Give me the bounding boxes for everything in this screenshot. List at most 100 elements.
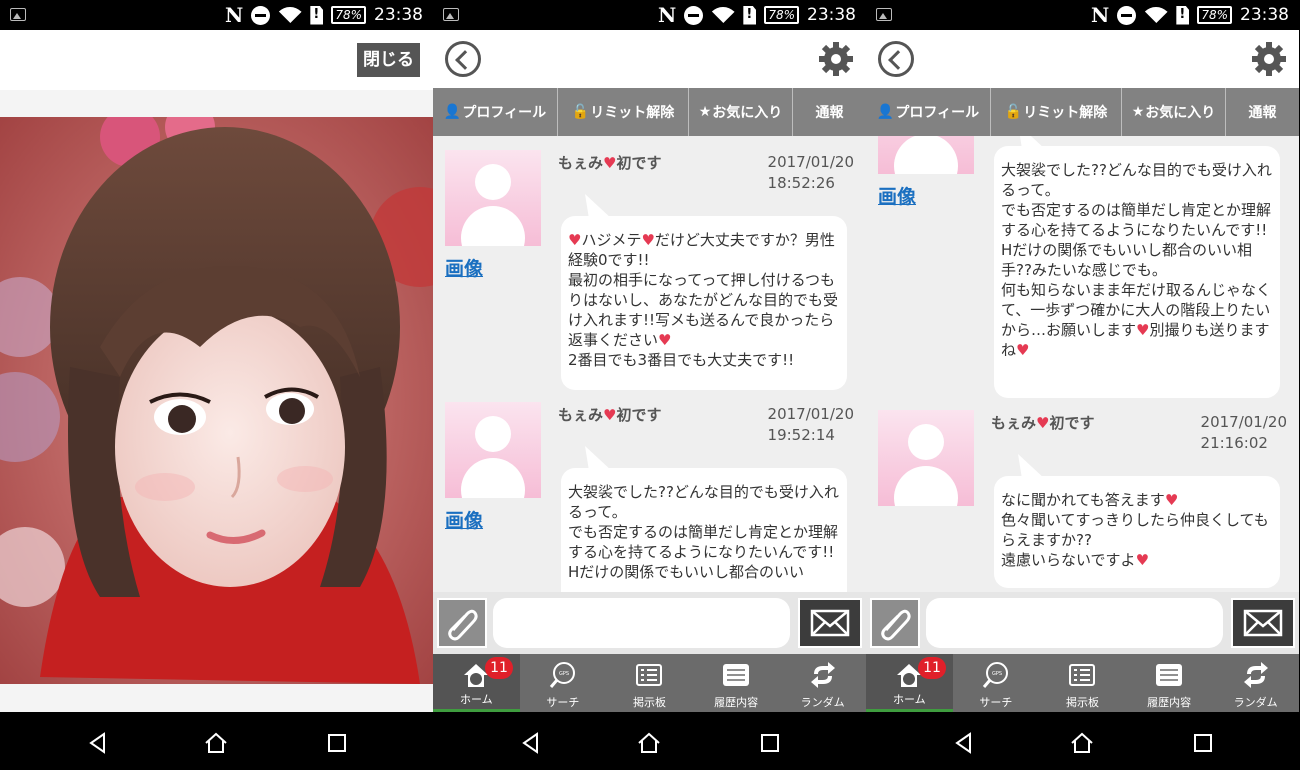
tab-search[interactable]: GPS サーチ: [520, 654, 607, 712]
tab-search[interactable]: GPS サーチ: [953, 654, 1040, 712]
nfc-icon: N: [1091, 3, 1110, 27]
message-compose-bar: [433, 592, 866, 654]
home-nav-icon[interactable]: [637, 731, 661, 755]
sender-avatar[interactable]: [445, 150, 541, 246]
message-timestamp: 2017/01/20 21:16:02: [1200, 413, 1287, 452]
recents-nav-icon[interactable]: [758, 731, 782, 755]
menu-favorite[interactable]: ★ お気に入り: [689, 88, 793, 136]
image-link[interactable]: 画像: [445, 506, 483, 533]
svg-text:GPS: GPS: [559, 671, 569, 677]
bulletin-board-icon: [1069, 664, 1096, 686]
attach-button[interactable]: [870, 598, 920, 648]
tab-random[interactable]: ランダム: [779, 654, 866, 712]
wifi-icon: [1144, 5, 1168, 25]
menu-profile[interactable]: 👤 プロフィール: [866, 88, 991, 136]
sender-name: もぇみ♥初です: [558, 406, 662, 424]
status-bar: N 78% 23:38: [433, 0, 866, 30]
menu-favorite[interactable]: ★ お気に入り: [1122, 88, 1226, 136]
do-not-disturb-icon: [684, 5, 704, 25]
back-nav-icon[interactable]: [86, 731, 110, 755]
menu-limit-release[interactable]: 🔓 リミット解除: [558, 88, 689, 136]
unlock-icon: 🔓: [1004, 104, 1023, 120]
nfc-icon: N: [225, 3, 244, 27]
image-link[interactable]: 画像: [445, 254, 483, 281]
gallery-notification-icon: [10, 8, 26, 21]
sender-avatar[interactable]: [445, 402, 541, 498]
profile-menu-bar: 👤 プロフィール 🔓 リミット解除 ★ お気に入り 通報: [866, 88, 1299, 136]
paperclip-icon: [448, 609, 478, 641]
android-nav-bar: [866, 712, 1299, 770]
bottom-tab-bar: 11 ホーム GPS サーチ 掲示板 履歴内容 ランダム: [866, 654, 1299, 712]
message-input[interactable]: [493, 598, 790, 648]
home-nav-icon[interactable]: [1070, 731, 1094, 755]
tab-random[interactable]: ランダム: [1212, 654, 1299, 712]
tab-bulletin-board[interactable]: 掲示板: [606, 654, 693, 712]
message-input[interactable]: [926, 598, 1223, 648]
sender-avatar[interactable]: [878, 136, 974, 174]
message-timestamp: 2017/01/20 18:52:26: [767, 153, 854, 192]
refresh-icon: [1243, 662, 1268, 688]
menu-report[interactable]: 通報: [793, 88, 866, 136]
clock: 23:38: [1240, 5, 1289, 25]
message-bubble: なに聞かれても答えます♥ 色々聞いてすっきりしたら仲良くしてもらえますか?? 遠…: [994, 476, 1280, 588]
history-icon: [723, 664, 750, 686]
sender-name: もぇみ♥初です: [991, 414, 1095, 432]
sender-avatar[interactable]: [878, 410, 974, 506]
back-button[interactable]: [878, 41, 914, 77]
wifi-icon: [711, 5, 735, 25]
message-bubble: 大袈裟でした??どんな目的でも受け入れるって。 でも否定するのは簡単だし肯定とか…: [561, 468, 847, 592]
settings-gear-icon[interactable]: [818, 41, 854, 77]
recents-nav-icon[interactable]: [1191, 731, 1215, 755]
menu-profile[interactable]: 👤 プロフィール: [433, 88, 558, 136]
search-icon: GPS: [549, 662, 575, 688]
do-not-disturb-icon: [1117, 5, 1137, 25]
clock: 23:38: [807, 5, 856, 25]
android-nav-bar: [433, 712, 866, 770]
unread-badge: 11: [918, 657, 946, 679]
nfc-icon: N: [658, 3, 677, 27]
wifi-icon: [278, 5, 302, 25]
envelope-icon: [1243, 609, 1283, 637]
battery-indicator: 78%: [331, 6, 366, 24]
message-list[interactable]: 画像 大袈裟でした??どんな目的でも受け入れるって。 でも否定するのは簡単だし肯…: [866, 136, 1299, 592]
message-bubble: ♥ハジメテ♥だけど大丈夫ですか？男性経験0です!! 最初の相手になってって押し付…: [561, 216, 847, 390]
svg-text:GPS: GPS: [992, 671, 1002, 677]
tab-bulletin-board[interactable]: 掲示板: [1039, 654, 1126, 712]
message-bubble: 大袈裟でした??どんな目的でも受け入れるって。 でも否定するのは簡単だし肯定とか…: [994, 146, 1280, 398]
home-nav-icon[interactable]: [204, 731, 228, 755]
star-icon: ★: [1131, 104, 1145, 120]
search-icon: GPS: [982, 662, 1008, 688]
message-list[interactable]: 画像 もぇみ♥初です 2017/01/20 18:52:26 ♥ハジメテ♥だけど大…: [433, 136, 866, 592]
person-icon: 👤: [443, 104, 462, 120]
back-nav-icon[interactable]: [519, 731, 543, 755]
gallery-notification-icon: [876, 8, 892, 21]
sim-alert-icon: [743, 5, 757, 25]
back-button[interactable]: [445, 41, 481, 77]
chat-header: [433, 30, 866, 88]
gallery-notification-icon: [443, 8, 459, 21]
refresh-icon: [810, 662, 835, 688]
close-button[interactable]: 閉じる: [357, 43, 420, 77]
sender-name: もぇみ♥初です: [558, 154, 662, 172]
menu-report[interactable]: 通報: [1226, 88, 1299, 136]
image-link[interactable]: 画像: [878, 182, 916, 209]
back-nav-icon[interactable]: [952, 731, 976, 755]
unlock-icon: 🔓: [571, 104, 590, 120]
menu-limit-release[interactable]: 🔓 リミット解除: [991, 88, 1122, 136]
send-button[interactable]: [1231, 598, 1295, 648]
tab-home[interactable]: 11 ホーム: [866, 654, 953, 712]
portrait-image: [0, 117, 433, 684]
history-icon: [1156, 664, 1183, 686]
profile-photo[interactable]: [0, 117, 433, 684]
tab-history[interactable]: 履歴内容: [1126, 654, 1213, 712]
viewer-header: 閉じる: [0, 30, 433, 90]
attach-button[interactable]: [437, 598, 487, 648]
recents-nav-icon[interactable]: [325, 731, 349, 755]
tab-history[interactable]: 履歴内容: [693, 654, 780, 712]
send-button[interactable]: [798, 598, 862, 648]
sim-alert-icon: [1176, 5, 1190, 25]
tab-home[interactable]: 11 ホーム: [433, 654, 520, 712]
settings-gear-icon[interactable]: [1251, 41, 1287, 77]
person-icon: 👤: [876, 104, 895, 120]
status-bar: N 78% 23:38: [0, 0, 433, 30]
